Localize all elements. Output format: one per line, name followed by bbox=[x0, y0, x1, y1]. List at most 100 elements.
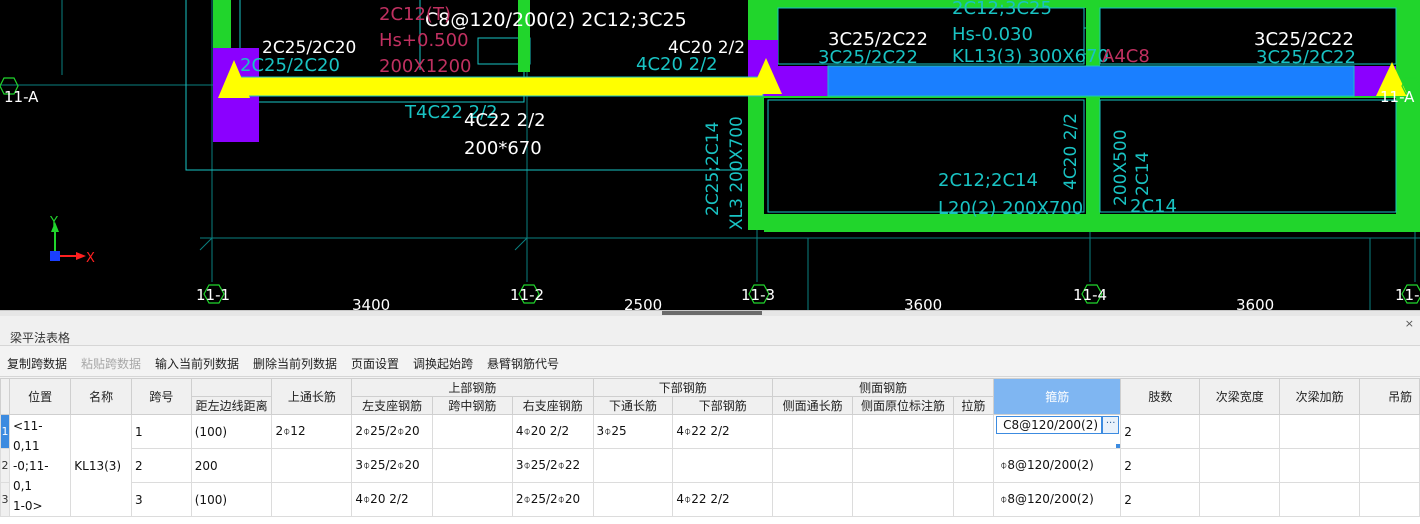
header-top-right-support[interactable]: 右支座钢筋 bbox=[511, 396, 594, 415]
cad-label: 3C25/2C22 bbox=[1256, 47, 1356, 68]
table-row[interactable]: 3 3 (100) 4⌽20 2/2 2⌽25/2⌽20 4⌽22 2/2 ⌽8… bbox=[0, 482, 1420, 517]
top-mid-span-cell[interactable] bbox=[432, 414, 513, 449]
header-top-mid-span[interactable]: 跨中钢筋 bbox=[432, 396, 513, 415]
hanger-cell[interactable] bbox=[1359, 448, 1420, 483]
sec-beam-width-cell[interactable] bbox=[1199, 482, 1281, 517]
cad-label: 200X500 bbox=[1111, 129, 1131, 206]
bottom-through-cell[interactable] bbox=[592, 448, 674, 483]
tie-bar-cell[interactable] bbox=[952, 448, 995, 483]
hanger-cell[interactable] bbox=[1359, 414, 1420, 449]
top-left-support-cell[interactable]: 4⌽20 2/2 bbox=[351, 482, 433, 517]
cad-label: 2C12(T) bbox=[379, 4, 451, 25]
header-side-in-situ[interactable]: 侧面原位标注筋 bbox=[852, 396, 954, 415]
legs-cell[interactable]: 2 bbox=[1120, 482, 1201, 517]
table-row[interactable]: 2 2 200 3⌽25/2⌽20 3⌽25/2⌽22 ⌽8@120/200(2… bbox=[0, 448, 1420, 483]
side-through-cell[interactable] bbox=[771, 482, 854, 517]
cad-label: XL3 200X700 bbox=[727, 116, 747, 230]
side-in-situ-cell[interactable] bbox=[852, 448, 954, 483]
cad-label: 2C12;2C14 bbox=[938, 170, 1038, 191]
position-line: 1-0> bbox=[12, 499, 43, 513]
header-name[interactable]: 名称 bbox=[70, 378, 133, 415]
span-no-cell[interactable]: 3 bbox=[131, 482, 192, 517]
dimension-label: 3400 bbox=[352, 296, 390, 310]
sec-beam-width-cell[interactable] bbox=[1199, 414, 1281, 449]
side-in-situ-cell[interactable] bbox=[852, 414, 954, 449]
sec-beam-rebar-cell[interactable] bbox=[1279, 414, 1361, 449]
header-top-left-support[interactable]: 左支座钢筋 bbox=[351, 396, 433, 415]
header-side-through[interactable]: 侧面通长筋 bbox=[771, 396, 854, 415]
copy-span-data-button[interactable]: 复制跨数据 bbox=[7, 355, 67, 372]
top-mid-span-cell[interactable] bbox=[432, 448, 513, 483]
top-right-support-cell[interactable]: 4⌽20 2/2 bbox=[511, 414, 594, 449]
span-no-cell[interactable]: 1 bbox=[131, 414, 192, 449]
dist-left-edge-cell[interactable]: 200 bbox=[190, 448, 273, 483]
legs-cell[interactable]: 2 bbox=[1120, 448, 1201, 483]
cad-label: 3C25/2C22 bbox=[818, 47, 918, 68]
stirrup-cell[interactable]: ⌽8@120/200(2) bbox=[993, 482, 1122, 517]
top-left-support-cell[interactable]: 2⌽25/2⌽20 bbox=[351, 414, 433, 449]
cantilever-rebar-code-button[interactable]: 悬臂钢筋代号 bbox=[487, 355, 559, 372]
close-icon[interactable]: × bbox=[1405, 317, 1414, 330]
beam-table-panel: 梁平法表格 × 复制跨数据 粘贴跨数据 输入当前列数据 删除当前列数据 页面设置… bbox=[0, 316, 1420, 524]
bottom-through-cell[interactable]: 3⌽25 bbox=[592, 414, 674, 449]
header-bottom-through[interactable]: 下通长筋 bbox=[592, 396, 674, 415]
row-number[interactable]: 2 bbox=[0, 448, 10, 483]
top-right-support-cell[interactable]: 2⌽25/2⌽20 bbox=[511, 482, 594, 517]
sec-beam-rebar-cell[interactable] bbox=[1279, 448, 1361, 483]
legs-cell[interactable]: 2 bbox=[1120, 414, 1201, 449]
table-row[interactable]: 1 <11-0,11 -0;11-0,1 1-0> KL13(3) 1 (100… bbox=[0, 414, 1420, 517]
side-through-cell[interactable] bbox=[771, 414, 854, 449]
dimension-label: 2500 bbox=[624, 296, 662, 310]
header-bottom-rebar[interactable]: 下部钢筋 bbox=[672, 396, 773, 415]
cad-label: 2C25;2C14 bbox=[703, 122, 723, 216]
header-stirrup[interactable]: 箍筋 bbox=[993, 378, 1122, 415]
delete-current-column-button[interactable]: 删除当前列数据 bbox=[253, 355, 337, 372]
dist-left-edge-cell[interactable]: (100) bbox=[190, 482, 273, 517]
tie-bar-cell[interactable] bbox=[952, 414, 995, 449]
top-through-cell[interactable] bbox=[271, 448, 353, 483]
cad-drawing-canvas[interactable]: C8@120/200(2) 2C12;3C25 2C12(T) Hs+0.500… bbox=[0, 0, 1420, 310]
splitter-grip-handle[interactable] bbox=[662, 311, 762, 315]
header-dist-left-edge[interactable]: 距左边线距离 bbox=[190, 396, 273, 415]
paste-span-data-button[interactable]: 粘贴跨数据 bbox=[81, 355, 141, 372]
header-span-no[interactable]: 跨号 bbox=[131, 378, 192, 415]
fill-handle[interactable] bbox=[1116, 444, 1120, 448]
dist-left-edge-cell[interactable]: (100) bbox=[190, 414, 273, 449]
header-hanger[interactable]: 吊筋 bbox=[1359, 378, 1420, 415]
header-position[interactable]: 位置 bbox=[8, 378, 72, 415]
row-number[interactable]: 1 bbox=[0, 414, 10, 449]
header-top-through[interactable]: 上通长筋 bbox=[271, 378, 353, 415]
stirrup-edit-input[interactable]: C8@120/200(2) bbox=[996, 416, 1103, 434]
page-setup-button[interactable]: 页面设置 bbox=[351, 355, 399, 372]
bottom-rebar-cell[interactable] bbox=[672, 448, 773, 483]
side-in-situ-cell[interactable] bbox=[852, 482, 954, 517]
bottom-rebar-cell[interactable]: 4⌽22 2/2 bbox=[672, 414, 773, 449]
header-legs[interactable]: 肢数 bbox=[1120, 378, 1201, 415]
cad-label: KL13(3) 300X670 bbox=[952, 46, 1109, 67]
bottom-through-cell[interactable] bbox=[592, 482, 674, 517]
stirrup-cell[interactable]: ⌽8@120/200(2) bbox=[993, 448, 1122, 483]
header-sec-beam-rebar[interactable]: 次梁加筋 bbox=[1279, 378, 1361, 415]
top-through-cell[interactable] bbox=[271, 482, 353, 517]
header-sec-beam-width[interactable]: 次梁宽度 bbox=[1199, 378, 1281, 415]
tie-bar-cell[interactable] bbox=[952, 482, 995, 517]
top-through-cell[interactable]: 2⌽12 bbox=[271, 414, 353, 449]
position-cell[interactable]: <11-0,11 -0;11-0,1 1-0> bbox=[8, 414, 72, 517]
stirrup-cell-editing[interactable]: C8@120/200(2) ··· bbox=[993, 414, 1122, 449]
row-number[interactable]: 3 bbox=[0, 482, 10, 517]
hanger-cell[interactable] bbox=[1359, 482, 1420, 517]
ellipsis-button[interactable]: ··· bbox=[1102, 416, 1120, 434]
top-right-support-cell[interactable]: 3⌽25/2⌽22 bbox=[511, 448, 594, 483]
sec-beam-width-cell[interactable] bbox=[1199, 448, 1281, 483]
cad-drawing[interactable]: C8@120/200(2) 2C12;3C25 2C12(T) Hs+0.500… bbox=[0, 0, 1420, 310]
swap-start-span-button[interactable]: 调换起始跨 bbox=[413, 355, 473, 372]
sec-beam-rebar-cell[interactable] bbox=[1279, 482, 1361, 517]
name-cell[interactable]: KL13(3) bbox=[70, 414, 133, 517]
top-mid-span-cell[interactable] bbox=[432, 482, 513, 517]
header-tie-bar[interactable]: 拉筋 bbox=[952, 396, 995, 415]
side-through-cell[interactable] bbox=[771, 448, 854, 483]
input-current-column-button[interactable]: 输入当前列数据 bbox=[155, 355, 239, 372]
bottom-rebar-cell[interactable]: 4⌽22 2/2 bbox=[672, 482, 773, 517]
top-left-support-cell[interactable]: 3⌽25/2⌽20 bbox=[351, 448, 433, 483]
span-no-cell[interactable]: 2 bbox=[131, 448, 192, 483]
